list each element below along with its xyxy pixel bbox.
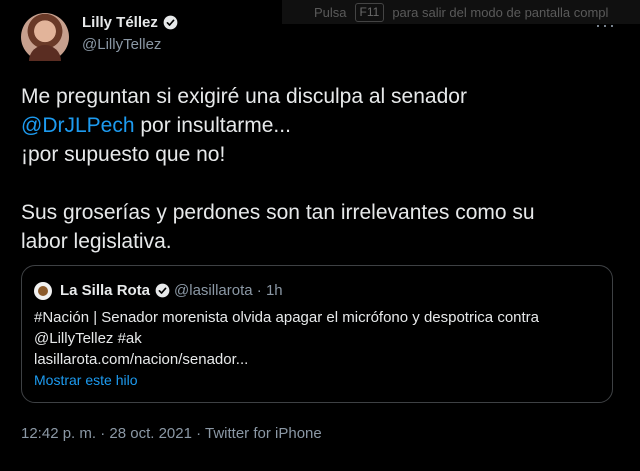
tweet-line-2-rest: por insultarme... xyxy=(134,114,291,137)
f11-key-badge: F11 xyxy=(354,2,385,22)
tweet-line-5: labor legislativa. xyxy=(21,230,172,253)
fullscreen-hint-suffix: para salir del modo de pantalla compl xyxy=(392,4,609,20)
tweet-page: Pulsa F11 para salir del modo de pantall… xyxy=(0,0,640,471)
quoted-body-line-2: @LillyTellez #ak xyxy=(34,330,142,347)
tweet-line-2: @DrJLPech por insultarme... xyxy=(21,111,621,140)
quoted-body-line-1: #Nación | Senador morenista olvida apaga… xyxy=(34,309,540,326)
mention-link[interactable]: @DrJLPech xyxy=(21,114,135,137)
more-options-icon[interactable]: ··· xyxy=(595,16,616,34)
show-thread-link[interactable]: Mostrar este hilo xyxy=(34,372,137,388)
quoted-verified-badge-icon xyxy=(155,283,170,298)
tweet-line-1: Me preguntan si exigiré una disculpa al … xyxy=(21,85,467,108)
author-name-row[interactable]: Lilly Téllez xyxy=(82,14,178,31)
author-handle[interactable]: @LillyTellez xyxy=(82,36,161,53)
quoted-tweet-card[interactable]: La Silla Rota @lasillarota · 1h #Nación … xyxy=(21,265,613,403)
quoted-header: La Silla Rota @lasillarota · 1h xyxy=(60,282,283,299)
quoted-body: #Nación | Senador morenista olvida apaga… xyxy=(34,307,604,370)
author-display-name[interactable]: Lilly Téllez xyxy=(82,14,158,31)
verified-badge-icon xyxy=(163,15,178,30)
quoted-handle-time: @lasillarota · 1h xyxy=(174,282,283,299)
tweet-line-4: Sus groserías y perdones son tan irrelev… xyxy=(21,201,535,224)
tweet-line-3: ¡por supuesto que no! xyxy=(21,143,226,166)
quoted-author-avatar[interactable] xyxy=(34,282,52,300)
tweet-timestamp[interactable]: 12:42 p. m. · 28 oct. 2021 · Twitter for… xyxy=(21,425,322,442)
quoted-body-line-3: lasillarota.com/nacion/senador... xyxy=(34,351,249,368)
fullscreen-hint-prefix: Pulsa xyxy=(314,4,347,20)
fullscreen-exit-hint: Pulsa F11 para salir del modo de pantall… xyxy=(282,0,640,24)
quoted-display-name[interactable]: La Silla Rota xyxy=(60,282,150,299)
tweet-text: Me preguntan si exigiré una disculpa al … xyxy=(21,82,621,256)
author-avatar[interactable] xyxy=(21,13,69,61)
